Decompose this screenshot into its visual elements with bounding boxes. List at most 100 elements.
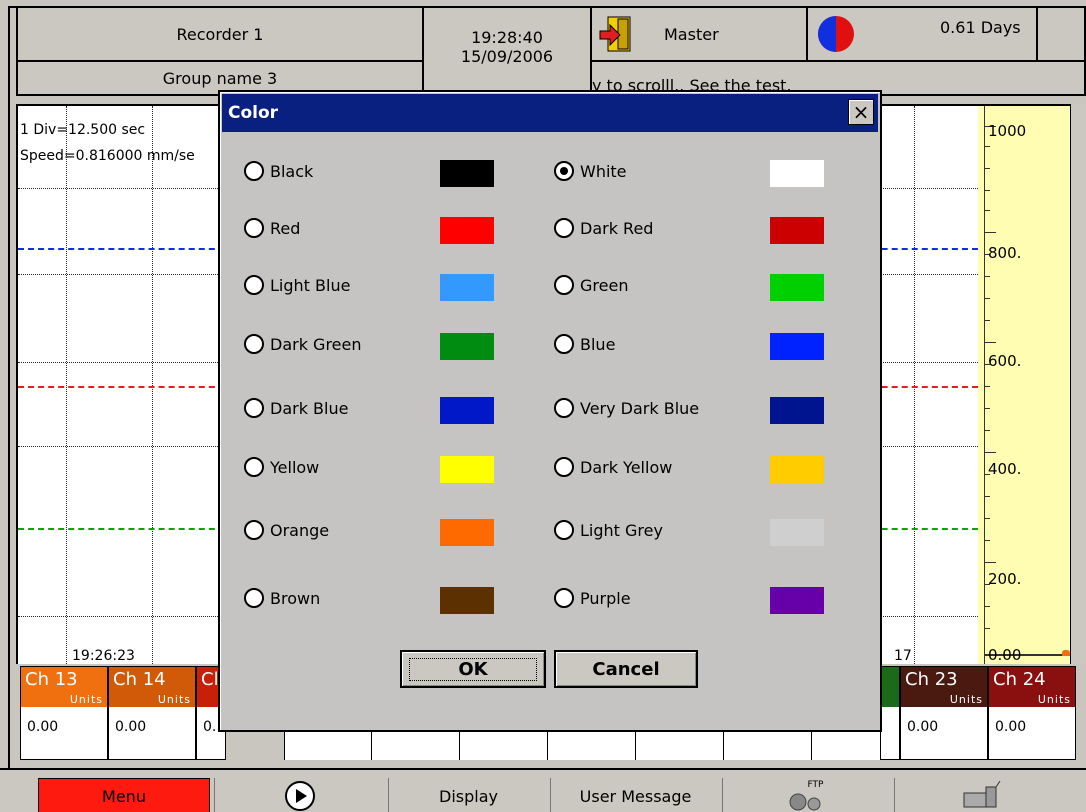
radio-icon[interactable] <box>554 334 574 354</box>
swatch-black[interactable] <box>440 160 494 187</box>
option-light-grey[interactable]: Light Grey <box>554 520 663 540</box>
gridline <box>152 106 153 664</box>
option-dark-green[interactable]: Dark Green <box>244 334 362 354</box>
bottom-toolbar: Menu Display User Message FTP <box>0 768 1086 812</box>
scale-tick <box>984 430 990 431</box>
channel-units: Units <box>157 693 191 706</box>
scale-tick <box>984 408 990 409</box>
option-purple[interactable]: Purple <box>554 588 631 608</box>
channel-value: 0. <box>203 719 217 735</box>
channel-tile-ch23[interactable]: Ch 23 Units 0.00 <box>900 666 988 760</box>
channel-tile-ch24[interactable]: Ch 24 Units 0.00 <box>988 666 1076 760</box>
cancel-button[interactable]: Cancel <box>554 650 698 688</box>
option-label: Dark Blue <box>270 398 349 418</box>
option-white[interactable]: White <box>554 161 627 181</box>
scale-tick <box>984 190 990 191</box>
channel-tile-partial[interactable] <box>880 666 900 760</box>
radio-icon[interactable] <box>554 398 574 418</box>
scale-tick <box>984 452 996 453</box>
channel-tile-ch14[interactable]: Ch 14 Units 0.00 <box>108 666 196 760</box>
scale-label: 200. <box>988 570 1022 588</box>
radio-icon[interactable] <box>244 161 264 181</box>
swatch-brown[interactable] <box>440 587 494 614</box>
radio-icon[interactable] <box>554 275 574 295</box>
radio-icon[interactable] <box>244 588 264 608</box>
option-red[interactable]: Red <box>244 218 300 238</box>
door-exit-icon[interactable] <box>598 15 636 53</box>
scale-tick <box>984 496 990 497</box>
network-icon <box>958 780 1002 811</box>
channel-name: Ch 13 <box>25 669 78 690</box>
radio-icon[interactable] <box>244 218 264 238</box>
channel-header: Ch 23 Units <box>901 667 987 707</box>
channel-units: Units <box>69 693 103 706</box>
ftp-button[interactable]: FTP <box>722 778 892 812</box>
option-yellow[interactable]: Yellow <box>244 457 319 477</box>
dialog-titlebar[interactable]: Color × <box>222 94 878 132</box>
channel-tile-ch13[interactable]: Ch 13 Units 0.00 <box>20 666 108 760</box>
ok-label: OK <box>409 657 537 681</box>
channel-header: Ch 13 Units <box>21 667 107 707</box>
radio-icon[interactable] <box>244 398 264 418</box>
scale-tick <box>984 232 996 233</box>
network-button[interactable] <box>894 778 1064 812</box>
channel-header: Ch 24 Units <box>989 667 1075 707</box>
radio-icon[interactable] <box>554 457 574 477</box>
scale-tick <box>984 540 990 541</box>
datetime-cell: 19:28:40 15/09/2006 <box>422 6 592 96</box>
option-label: White <box>580 161 627 181</box>
radio-icon-selected[interactable] <box>554 161 574 181</box>
option-black[interactable]: Black <box>244 161 313 181</box>
right-edge-panel <box>1070 104 1086 664</box>
swatch-light-blue[interactable] <box>440 274 494 301</box>
radio-icon[interactable] <box>244 334 264 354</box>
ok-button[interactable]: OK <box>400 650 546 688</box>
close-button[interactable]: × <box>848 99 874 125</box>
swatch-dark-yellow[interactable] <box>770 456 824 483</box>
option-label: Light Blue <box>270 275 351 295</box>
option-blue[interactable]: Blue <box>554 334 615 354</box>
radio-icon[interactable] <box>244 457 264 477</box>
option-label: Orange <box>270 520 330 540</box>
channel-name: Ch 23 <box>905 669 958 690</box>
radio-icon[interactable] <box>554 588 574 608</box>
option-dark-yellow[interactable]: Dark Yellow <box>554 457 672 477</box>
channel-name: Ch 24 <box>993 669 1046 690</box>
option-orange[interactable]: Orange <box>244 520 329 540</box>
swatch-dark-red[interactable] <box>770 217 824 244</box>
option-very-dark-blue[interactable]: Very Dark Blue <box>554 398 699 418</box>
swatch-green[interactable] <box>770 274 824 301</box>
option-label: Blue <box>580 334 616 354</box>
option-dark-red[interactable]: Dark Red <box>554 218 653 238</box>
swatch-orange[interactable] <box>440 519 494 546</box>
swatch-dark-green[interactable] <box>440 333 494 360</box>
option-label: Red <box>270 218 301 238</box>
option-light-blue[interactable]: Light Blue <box>244 275 350 295</box>
display-button[interactable]: Display <box>388 778 548 812</box>
radio-icon[interactable] <box>554 218 574 238</box>
swatch-white[interactable] <box>770 160 824 187</box>
swatch-very-dark-blue[interactable] <box>770 397 824 424</box>
menu-button[interactable]: Menu <box>38 778 210 812</box>
option-label: Yellow <box>270 457 320 477</box>
play-button[interactable] <box>214 778 384 812</box>
swatch-dark-blue[interactable] <box>440 397 494 424</box>
swatch-red[interactable] <box>440 217 494 244</box>
option-dark-blue[interactable]: Dark Blue <box>244 398 348 418</box>
user-message-button[interactable]: User Message <box>550 778 720 812</box>
user-cell[interactable]: Master <box>590 6 808 62</box>
ftp-label: FTP <box>807 780 824 790</box>
radio-icon[interactable] <box>554 520 574 540</box>
dialog-title: Color <box>228 103 279 123</box>
radio-icon[interactable] <box>244 520 264 540</box>
recorder-name-cell: Recorder 1 <box>16 6 424 62</box>
swatch-blue[interactable] <box>770 333 824 360</box>
swatch-purple[interactable] <box>770 587 824 614</box>
group-name: Group name 3 <box>162 68 278 88</box>
swatch-light-grey[interactable] <box>770 519 824 546</box>
time-label-right: 17 <box>894 648 912 664</box>
swatch-yellow[interactable] <box>440 456 494 483</box>
option-green[interactable]: Green <box>554 275 628 295</box>
option-brown[interactable]: Brown <box>244 588 320 608</box>
radio-icon[interactable] <box>244 275 264 295</box>
